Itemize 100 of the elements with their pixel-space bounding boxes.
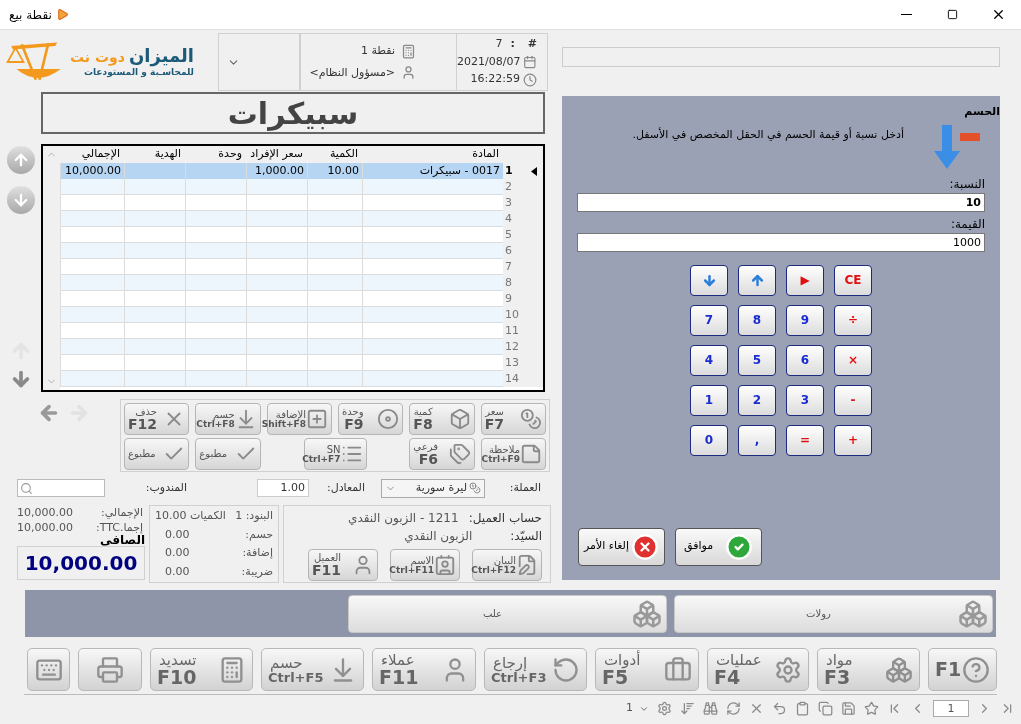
undo-icon[interactable] [772, 701, 787, 716]
previous-icon[interactable] [38, 402, 60, 424]
toolbar-button[interactable] [27, 648, 70, 691]
table-row[interactable]: 7 [60, 259, 543, 275]
column-header: الهدية [154, 147, 181, 160]
keypad-key[interactable]: 9 [786, 304, 824, 336]
keypad-key[interactable] [690, 264, 728, 296]
field-label: المعادل: [325, 479, 365, 496]
cubes-icon [958, 598, 988, 629]
page-field[interactable]: 1 [933, 700, 969, 717]
percent-field[interactable]: 10 [577, 192, 985, 212]
customer-label: حساب العميل: [468, 510, 542, 527]
plus-icon [306, 408, 328, 430]
ok-button[interactable]: موافق [675, 527, 762, 566]
summary-value: 0.00 [165, 526, 190, 543]
total-label: إجما.TTC: [95, 520, 143, 534]
user-text: <مسؤول النظام> [309, 64, 395, 81]
scroll-up-button[interactable] [6, 146, 35, 174]
disc-icon [377, 408, 400, 430]
invoice-number: 7 [495, 36, 503, 53]
logo-suffix: دوت نت [70, 50, 125, 64]
table-row[interactable]: 9 [60, 291, 543, 307]
text-field[interactable] [562, 47, 1000, 67]
keypad-key[interactable]: ▶ [786, 264, 824, 296]
summary-label: حسم: [245, 526, 273, 543]
sort-icon[interactable] [680, 701, 695, 716]
table-row[interactable]: 6 [60, 243, 543, 259]
table-row[interactable]: 3 [60, 195, 543, 211]
keypad-key[interactable]: ÷ [834, 304, 872, 336]
row-number: 6 [505, 244, 512, 257]
printer-icon [96, 655, 124, 684]
star-icon[interactable] [864, 701, 879, 716]
keypad-key[interactable]: 8 [738, 304, 776, 336]
page-size-select[interactable]: 1 [626, 700, 649, 717]
keypad-key[interactable]: × [834, 344, 872, 376]
action-button[interactable]: SN Ctrl+F7 [303, 438, 367, 470]
row-number: 14 [505, 372, 519, 385]
point-text: نقطة 1 [360, 43, 395, 59]
table-row[interactable]: 13 [60, 355, 543, 371]
binoculars-icon[interactable] [703, 701, 718, 716]
close-icon[interactable] [749, 701, 764, 716]
customer-name: الزبون النقدي [404, 528, 473, 545]
cancel-button[interactable]: إلغاء الأمر [578, 527, 665, 566]
minimize-icon [900, 14, 912, 15]
table-row[interactable]: 4 [60, 211, 543, 227]
keypad-key[interactable]: + [834, 424, 872, 456]
category-button[interactable]: علب [348, 594, 667, 633]
keypad-key[interactable]: 2 [738, 384, 776, 416]
table-row[interactable]: 11 [60, 323, 543, 339]
keypad-key[interactable]: 3 [786, 384, 824, 416]
copy-icon[interactable] [818, 701, 833, 716]
amount-field[interactable]: 1000 [577, 232, 985, 252]
field-label: القيمة: [949, 215, 985, 233]
logo-tagline: للمحاسـبة و المستودعات [83, 68, 194, 77]
save-icon[interactable] [841, 701, 856, 716]
toolbar-button[interactable]: F1 [928, 648, 997, 691]
keypad-key[interactable]: 4 [690, 344, 728, 376]
return-icon [552, 655, 580, 684]
field-label: النسبة: [948, 175, 985, 193]
panel-title: الحسم [963, 104, 1000, 120]
action-button[interactable]: مطبوع [124, 438, 190, 470]
keypad-key[interactable]: 0 [690, 424, 728, 456]
keypad-key[interactable]: = [786, 424, 824, 456]
category-button[interactable]: رولات [674, 594, 993, 633]
customer-account: 1211 - الزبون النقدي [348, 510, 459, 527]
refresh-icon[interactable] [726, 701, 741, 716]
edit-icon [516, 554, 538, 576]
table-row[interactable]: 8 [60, 275, 543, 291]
table-row[interactable]: 2 [60, 179, 543, 195]
summary-label: ضريبة: [241, 563, 273, 580]
keypad-key[interactable]: CE [834, 264, 872, 296]
keypad-key[interactable]: 1 [690, 384, 728, 416]
keypad-key[interactable]: , [738, 424, 776, 456]
action-button[interactable]: مطبوع [195, 438, 261, 470]
keypad-key[interactable]: 5 [738, 344, 776, 376]
search-field[interactable] [17, 479, 105, 497]
total-value: 10,000.00 [17, 520, 73, 535]
boxes-icon [885, 655, 913, 684]
table-row[interactable]: 12 [60, 339, 543, 355]
discount-arrow-icon [934, 124, 980, 169]
paste-icon[interactable] [795, 701, 810, 716]
hint-text: أدخل نسبة أو قيمة الحسم في الحقل المخصص في الأسفل. [632, 126, 904, 143]
table-row[interactable]: 10 [60, 307, 543, 323]
note-icon [520, 443, 542, 465]
toolbar-button[interactable] [78, 648, 142, 691]
date-text: 2021/08/07 [457, 53, 521, 70]
gear-icon[interactable] [657, 701, 672, 716]
table-row[interactable]: 5 [60, 227, 543, 243]
keypad-key[interactable]: - [834, 384, 872, 416]
row-number: 4 [505, 212, 512, 225]
rate-field[interactable]: 1.00 [257, 479, 309, 497]
scroll-down-button[interactable] [6, 186, 35, 214]
keypad-key[interactable]: 6 [786, 344, 824, 376]
keypad-key[interactable] [738, 264, 776, 296]
table-cell: 10,000.00 [65, 164, 121, 177]
table-row[interactable]: 14 [60, 371, 543, 387]
keypad-key[interactable]: 7 [690, 304, 728, 336]
currency-select[interactable]: ليرة سورية [381, 478, 485, 498]
row-number: 13 [505, 356, 519, 369]
row-number: 5 [505, 228, 512, 241]
